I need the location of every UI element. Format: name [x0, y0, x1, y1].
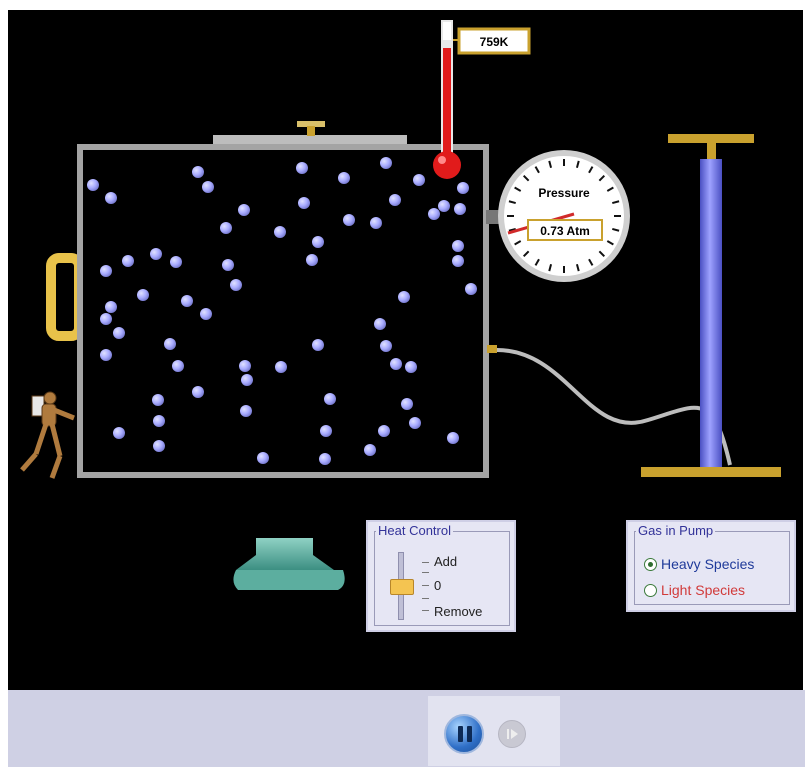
radio-button-heavy[interactable] [644, 557, 657, 571]
gas-particle [454, 203, 466, 215]
gas-particle [457, 182, 469, 194]
pressure-text: 0.73 Atm [540, 224, 590, 238]
gas-particle [401, 398, 413, 410]
heat-source-lid [233, 538, 345, 590]
gas-particle [296, 162, 308, 174]
gas-particle [220, 222, 232, 234]
heat-control-title: Heat Control [376, 523, 453, 538]
step-button[interactable] [498, 720, 526, 748]
gas-in-pump-panel: Gas in Pump Heavy Species Light Species [626, 520, 796, 612]
gas-particle [150, 248, 162, 260]
gas-particle [389, 194, 401, 206]
gas-particle [343, 214, 355, 226]
gas-particle [257, 452, 269, 464]
person-figure [20, 391, 75, 479]
gas-particle [438, 200, 450, 212]
playback-bar [8, 690, 805, 767]
gas-particle [113, 327, 125, 339]
gas-particle [230, 279, 242, 291]
gas-particle [222, 259, 234, 271]
heat-remove-label: Remove [434, 604, 483, 619]
gas-particle [370, 217, 382, 229]
gas-particle [306, 254, 318, 266]
simulation-canvas: 759K Pressure 0.73 Atm Heat Control Add … [8, 10, 803, 690]
gas-particle [374, 318, 386, 330]
gas-particle [87, 179, 99, 191]
gas-particle [364, 444, 376, 456]
gas-particle [202, 181, 214, 193]
gas-particle [398, 291, 410, 303]
thermometer-mercury [443, 48, 451, 166]
heat-add-label: Add [434, 554, 458, 569]
heat-slider-knob[interactable] [390, 579, 414, 595]
gas-particle [200, 308, 212, 320]
gas-particle [312, 236, 324, 248]
gas-particle [452, 240, 464, 252]
gas-particle [378, 425, 390, 437]
gas-particle [241, 374, 253, 386]
pump-hose [496, 348, 732, 466]
gas-particle [100, 265, 112, 277]
gas-particle [380, 157, 392, 169]
heat-zero-label: 0 [434, 578, 442, 593]
pump-base [641, 467, 781, 477]
gas-particle [240, 405, 252, 417]
gas-particle [105, 192, 117, 204]
gas-particle [192, 386, 204, 398]
pressure-gauge-title: Pressure [538, 186, 590, 200]
gas-particle [105, 301, 117, 313]
gas-container [77, 144, 489, 478]
gas-particle [100, 313, 112, 325]
radio-heavy-species[interactable]: Heavy Species [644, 556, 754, 572]
gas-particle [153, 415, 165, 427]
box-handle[interactable] [46, 253, 84, 341]
gas-particle [447, 432, 459, 444]
radio-button-light[interactable] [644, 583, 657, 597]
gas-particle [428, 208, 440, 220]
pause-icon [458, 726, 463, 742]
gas-particle [152, 394, 164, 406]
playback-controls [428, 696, 560, 766]
gas-particle [312, 339, 324, 351]
pump-handle [668, 134, 754, 143]
pressure-gauge: Pressure 0.73 Atm [498, 150, 630, 282]
temperature-text: 759K [480, 35, 509, 49]
pause-button[interactable] [444, 714, 484, 754]
radio-light-species[interactable]: Light Species [644, 582, 745, 598]
gas-particle [409, 417, 421, 429]
gas-particle [239, 360, 251, 372]
gas-particle [320, 425, 332, 437]
gas-particle [153, 440, 165, 452]
gas-particle [192, 166, 204, 178]
gas-in-pump-title: Gas in Pump [636, 523, 716, 538]
heat-control-panel: Heat Control Add 0 Remove [366, 520, 516, 632]
pump-barrel [700, 159, 722, 469]
gas-particle [100, 349, 112, 361]
gas-particle [338, 172, 350, 184]
gas-particle [319, 453, 331, 465]
gas-particle [298, 197, 310, 209]
gas-particle [380, 340, 392, 352]
light-species-label: Light Species [661, 582, 746, 598]
gas-particle [137, 289, 149, 301]
gas-particle [465, 283, 477, 295]
gas-particle [113, 427, 125, 439]
heavy-species-label: Heavy Species [661, 556, 755, 572]
gas-particle [238, 204, 250, 216]
gas-particle [172, 360, 184, 372]
gas-particle [275, 361, 287, 373]
gas-particle [274, 226, 286, 238]
gas-particle [390, 358, 402, 370]
gas-particle [170, 256, 182, 268]
gas-particle [324, 393, 336, 405]
gas-particle [122, 255, 134, 267]
gas-particle [164, 338, 176, 350]
bicycle-pump[interactable] [641, 134, 781, 477]
gas-particle [413, 174, 425, 186]
gas-particle [181, 295, 193, 307]
gas-particle [405, 361, 417, 373]
gas-particle [452, 255, 464, 267]
